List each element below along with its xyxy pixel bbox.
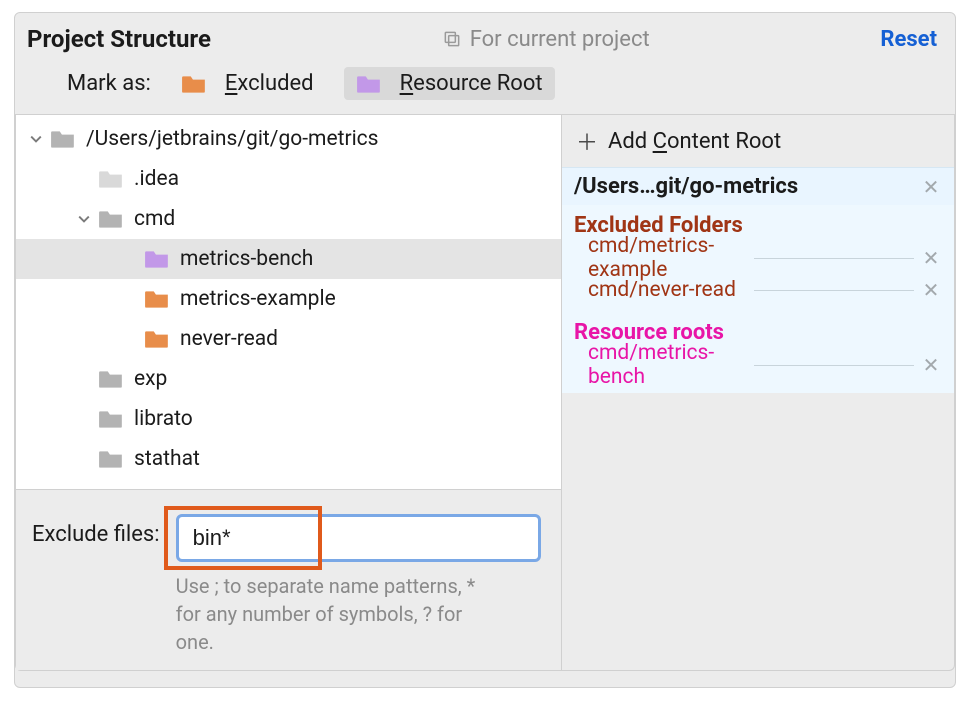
folder-icon xyxy=(50,128,76,150)
folder-icon xyxy=(98,408,124,430)
dialog-header: Project Structure For current project Re… xyxy=(15,13,955,61)
folder-icon xyxy=(144,328,170,350)
folder-icon xyxy=(356,73,382,95)
tree-item-metrics-bench[interactable]: metrics-bench xyxy=(16,239,561,279)
folder-icon xyxy=(98,208,124,230)
tree-item-librato[interactable]: librato xyxy=(16,399,561,439)
mark-as-row: Mark as: Excluded Resource Root xyxy=(15,61,955,114)
tree-column: /Users/jetbrains/git/go-metrics .idea cm… xyxy=(15,115,562,671)
exclude-files-panel: Exclude files: Use ; to separate name pa… xyxy=(16,489,561,670)
resource-path-row[interactable]: cmd/metrics-bench ✕ xyxy=(574,349,942,381)
content-roots-column: ＋ Add Content Root /Users…git/go-metrics… xyxy=(562,115,955,671)
dialog-title: Project Structure xyxy=(27,25,211,53)
folder-icon xyxy=(98,368,124,390)
copy-icon xyxy=(442,29,462,49)
remove-resource-button[interactable]: ✕ xyxy=(920,353,942,377)
exclude-files-label: Exclude files: xyxy=(32,514,160,656)
folder-icon xyxy=(98,168,124,190)
content-root-header[interactable]: /Users…git/go-metrics ✕ xyxy=(562,167,954,205)
plus-icon: ＋ xyxy=(576,125,598,157)
project-structure-dialog: Project Structure For current project Re… xyxy=(14,12,956,688)
folder-icon xyxy=(98,448,124,470)
mark-excluded-button[interactable]: Excluded xyxy=(169,67,326,100)
remove-root-button[interactable]: ✕ xyxy=(920,175,942,199)
add-content-root-button[interactable]: ＋ Add Content Root xyxy=(562,115,954,167)
reset-button[interactable]: Reset xyxy=(880,27,937,52)
for-current-project-label: For current project xyxy=(442,27,650,52)
folder-icon xyxy=(181,73,207,95)
excluded-folders-section: Excluded Folders cmd/metrics-example ✕ c… xyxy=(562,205,954,393)
chevron-down-icon[interactable] xyxy=(28,131,44,147)
tree-item-metrics-example[interactable]: metrics-example xyxy=(16,279,561,319)
directory-tree[interactable]: /Users/jetbrains/git/go-metrics .idea cm… xyxy=(16,115,561,489)
tree-item-idea[interactable]: .idea xyxy=(16,159,561,199)
tree-item-root[interactable]: /Users/jetbrains/git/go-metrics xyxy=(16,119,561,159)
remove-excluded-button[interactable]: ✕ xyxy=(920,278,942,302)
chevron-down-icon[interactable] xyxy=(76,211,92,227)
mark-as-label: Mark as: xyxy=(67,71,151,96)
excluded-path-row[interactable]: cmd/metrics-example ✕ xyxy=(574,242,942,274)
main-area: /Users/jetbrains/git/go-metrics .idea cm… xyxy=(15,114,955,671)
mark-resource-root-button[interactable]: Resource Root xyxy=(344,67,555,100)
exclude-hint: Use ; to separate name patterns, * for a… xyxy=(176,572,476,656)
folder-icon xyxy=(144,288,170,310)
tree-item-never-read[interactable]: never-read xyxy=(16,319,561,359)
folder-icon xyxy=(144,248,170,270)
tree-item-exp[interactable]: exp xyxy=(16,359,561,399)
tree-item-stathat[interactable]: stathat xyxy=(16,439,561,479)
exclude-files-input[interactable] xyxy=(176,514,541,562)
tree-item-cmd[interactable]: cmd xyxy=(16,199,561,239)
remove-excluded-button[interactable]: ✕ xyxy=(920,246,942,270)
excluded-path-row[interactable]: cmd/never-read ✕ xyxy=(574,274,942,306)
